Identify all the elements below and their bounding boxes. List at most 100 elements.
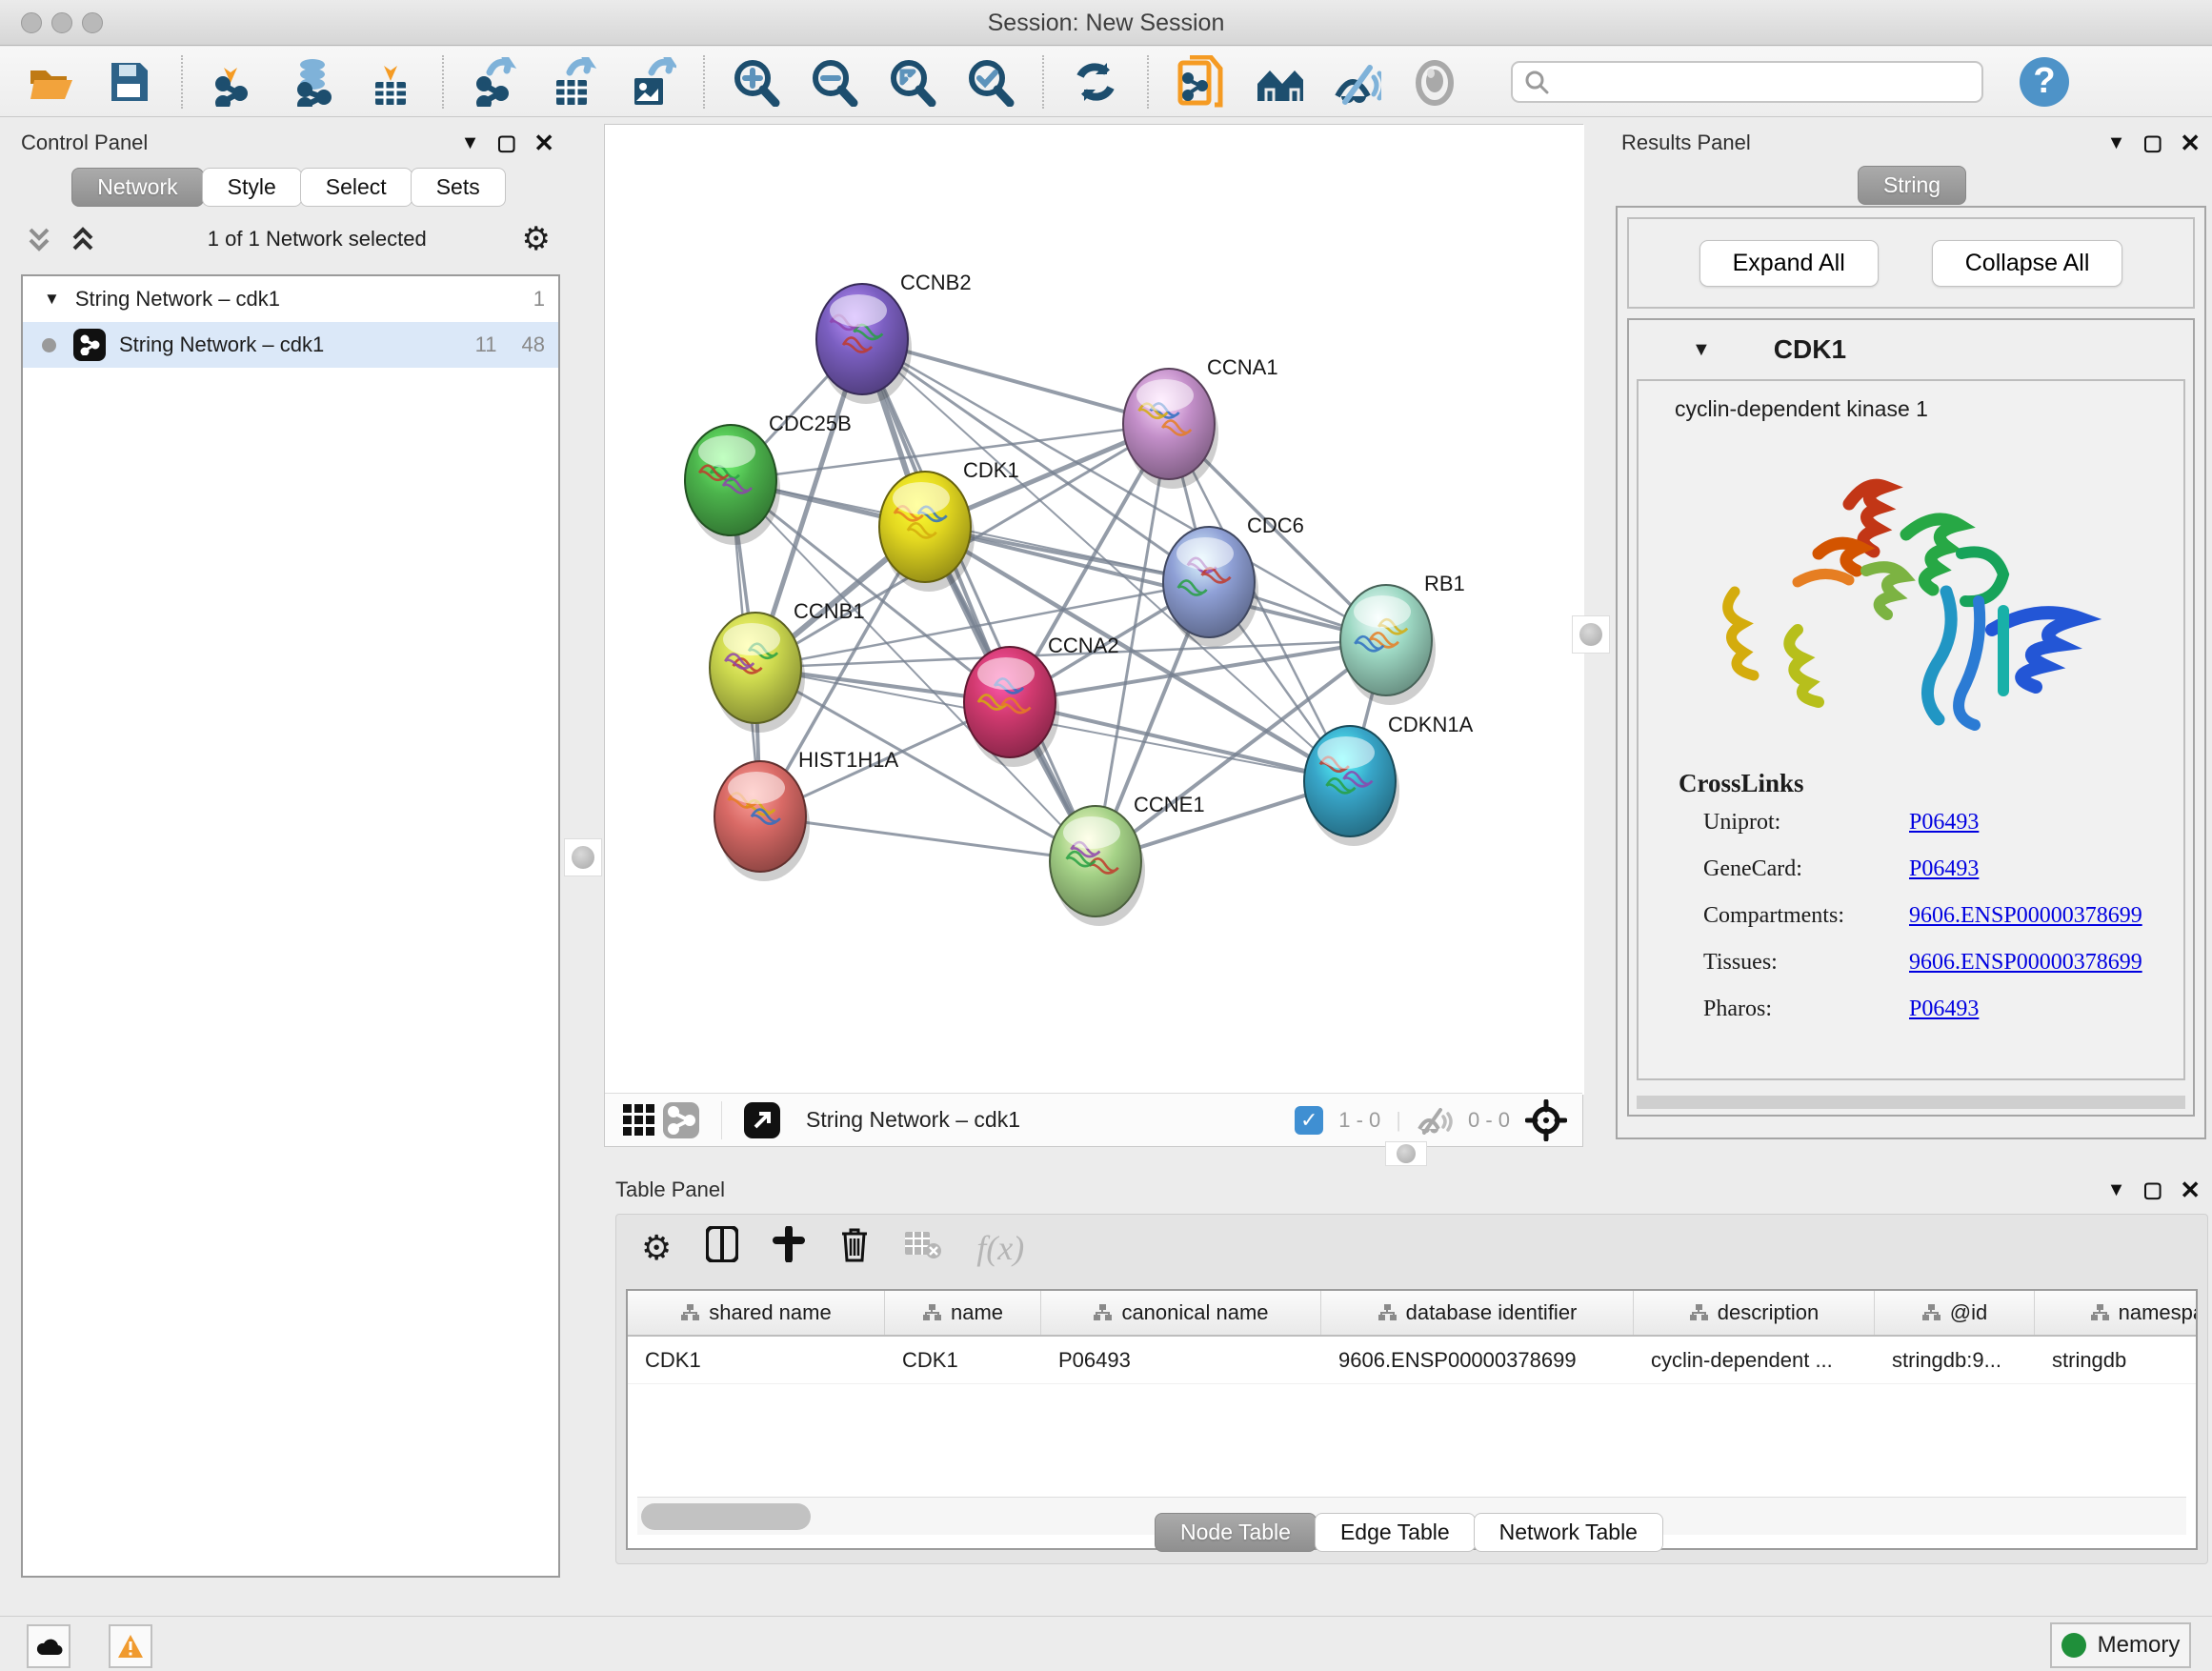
warnings-button[interactable]	[109, 1624, 152, 1668]
delete-column-icon[interactable]	[839, 1226, 870, 1271]
export-table-icon[interactable]	[549, 57, 598, 107]
export-network-icon[interactable]	[471, 57, 520, 107]
show-columns-icon[interactable]	[706, 1226, 738, 1271]
column-header--id[interactable]: @id	[1875, 1291, 2035, 1335]
table-cell[interactable]: stringdb:9...	[1875, 1337, 2035, 1383]
zoom-fit-icon[interactable]	[888, 57, 937, 107]
table-cell[interactable]: stringdb	[2035, 1337, 2198, 1383]
left-splitter-handle[interactable]	[564, 838, 602, 876]
column-header-database-identifier[interactable]: database identifier	[1321, 1291, 1634, 1335]
network-collection-row[interactable]: ▼ String Network – cdk1 1	[23, 276, 558, 322]
network-node-CCNA1[interactable]: CCNA1	[1123, 355, 1278, 489]
crosslink-link[interactable]: P06493	[1909, 810, 1979, 836]
right-splitter-handle[interactable]	[1572, 615, 1610, 654]
table-panel-collapse-icon[interactable]: ▼	[2107, 1179, 2126, 1201]
network-row[interactable]: String Network – cdk1 11 48	[23, 322, 558, 368]
crosslink-link[interactable]: P06493	[1909, 856, 1979, 882]
results-panel-float-icon[interactable]: ▢	[2142, 131, 2162, 155]
tab-node-table[interactable]: Node Table	[1155, 1513, 1317, 1552]
table-cell[interactable]: CDK1	[628, 1337, 885, 1383]
table-cell[interactable]: CDK1	[885, 1337, 1041, 1383]
import-network-database-icon[interactable]	[288, 57, 337, 107]
gene-name: CDK1	[1774, 334, 1846, 365]
column-type-icon	[680, 1303, 699, 1322]
column-header-canonical-name[interactable]: canonical name	[1041, 1291, 1321, 1335]
network-node-CDKN1A[interactable]: CDKN1A	[1304, 713, 1474, 846]
add-column-icon[interactable]	[773, 1226, 805, 1271]
tab-style[interactable]: Style	[202, 168, 302, 207]
table-panel-float-icon[interactable]: ▢	[2142, 1178, 2162, 1202]
column-type-icon	[922, 1303, 941, 1322]
expand-all-networks-icon[interactable]	[69, 224, 97, 254]
network-node-HIST1H1A[interactable]: HIST1H1A	[714, 748, 898, 881]
tab-select[interactable]: Select	[300, 168, 412, 207]
zoom-selected-icon[interactable]	[966, 57, 1016, 107]
crosslink-link[interactable]: 9606.ENSP00000378699	[1909, 903, 2142, 929]
export-image-icon[interactable]	[627, 57, 676, 107]
tab-sets[interactable]: Sets	[411, 168, 506, 207]
collapse-all-networks-icon[interactable]	[25, 224, 53, 254]
tab-string[interactable]: String	[1858, 166, 1966, 205]
table-settings-gear-icon[interactable]: ⚙	[641, 1228, 672, 1268]
network-edge[interactable]	[1010, 702, 1350, 781]
import-network-file-icon[interactable]	[210, 57, 259, 107]
table-row[interactable]: CDK1CDK1P064939606.ENSP00000378699cyclin…	[628, 1337, 2196, 1384]
help-button[interactable]: ?	[2020, 57, 2069, 107]
collapse-all-button[interactable]: Collapse All	[1932, 240, 2123, 287]
open-session-icon[interactable]	[27, 57, 76, 107]
gene-scrollbar[interactable]	[1637, 1096, 2185, 1109]
tab-network-table[interactable]: Network Table	[1474, 1513, 1663, 1552]
tree-expand-caret-icon[interactable]: ▼	[44, 290, 60, 309]
network-node-label: CCNA1	[1207, 355, 1278, 379]
crosslink-link[interactable]: 9606.ENSP00000378699	[1909, 950, 2142, 976]
table-cell[interactable]: 9606.ENSP00000378699	[1321, 1337, 1634, 1383]
tab-network[interactable]: Network	[71, 168, 203, 207]
fit-selected-crosshair-icon[interactable]	[1525, 1099, 1567, 1141]
network-node-CCNB2[interactable]: CCNB2	[816, 271, 972, 404]
selected-checkbox-icon[interactable]: ✓	[1295, 1106, 1323, 1135]
crosslink-label: Uniprot:	[1703, 810, 1909, 836]
network-edge[interactable]	[862, 339, 1096, 861]
open-in-window-icon[interactable]	[739, 1096, 785, 1145]
cloud-status-button[interactable]	[27, 1624, 70, 1668]
network-edge[interactable]	[760, 816, 1096, 861]
gene-description: cyclin-dependent kinase 1	[1639, 381, 2183, 422]
hide-glasses-icon[interactable]	[1332, 57, 1381, 107]
zoom-out-icon[interactable]	[810, 57, 859, 107]
control-panel-float-icon[interactable]: ▢	[496, 131, 516, 155]
gene-collapse-caret-icon[interactable]: ▼	[1692, 339, 1711, 361]
search-input[interactable]	[1549, 70, 1959, 94]
refresh-icon[interactable]	[1071, 57, 1120, 107]
string-home-icon[interactable]	[1254, 57, 1303, 107]
share-document-icon[interactable]	[1176, 57, 1225, 107]
save-session-icon[interactable]	[105, 57, 154, 107]
zoom-in-icon[interactable]	[732, 57, 781, 107]
column-header-name[interactable]: name	[885, 1291, 1041, 1335]
expand-all-button[interactable]: Expand All	[1699, 240, 1879, 287]
bottom-splitter-handle[interactable]	[1385, 1141, 1427, 1166]
birdseye-grid-icon[interactable]	[620, 1096, 658, 1145]
network-node-CDC25B[interactable]: CDC25B	[685, 412, 852, 545]
control-panel-close-icon[interactable]: ✕	[533, 129, 554, 158]
import-table-icon[interactable]	[366, 57, 415, 107]
table-cell[interactable]: P06493	[1041, 1337, 1321, 1383]
results-panel-collapse-icon[interactable]: ▼	[2107, 132, 2126, 154]
network-node-RB1[interactable]: RB1	[1340, 572, 1465, 705]
network-node-CCNB1[interactable]: CCNB1	[710, 599, 865, 733]
control-panel-collapse-icon[interactable]: ▼	[461, 132, 480, 154]
column-header-description[interactable]: description	[1634, 1291, 1875, 1335]
column-header-shared-name[interactable]: shared name	[628, 1291, 885, 1335]
column-header-namespace[interactable]: namespace	[2035, 1291, 2198, 1335]
network-canvas[interactable]: CCNB2CCNA1CDC25BCDK1CDC6RB1CCNB1CCNA2CDK…	[605, 125, 1584, 1095]
crosslink-link[interactable]: P06493	[1909, 997, 1979, 1022]
string-badge-gray-icon[interactable]	[658, 1096, 704, 1145]
table-panel-close-icon[interactable]: ✕	[2180, 1176, 2201, 1205]
network-options-gear-icon[interactable]: ⚙	[522, 220, 551, 258]
memory-button[interactable]: Memory	[2050, 1622, 2191, 1668]
results-panel-close-icon[interactable]: ✕	[2180, 129, 2201, 158]
network-node-CCNA2[interactable]: CCNA2	[964, 634, 1119, 767]
network-tree: ▼ String Network – cdk1 1 String Network…	[21, 274, 560, 1578]
table-cell[interactable]: cyclin-dependent ...	[1634, 1337, 1875, 1383]
tab-edge-table[interactable]: Edge Table	[1315, 1513, 1476, 1552]
network-node-CCNE1[interactable]: CCNE1	[1050, 793, 1205, 926]
